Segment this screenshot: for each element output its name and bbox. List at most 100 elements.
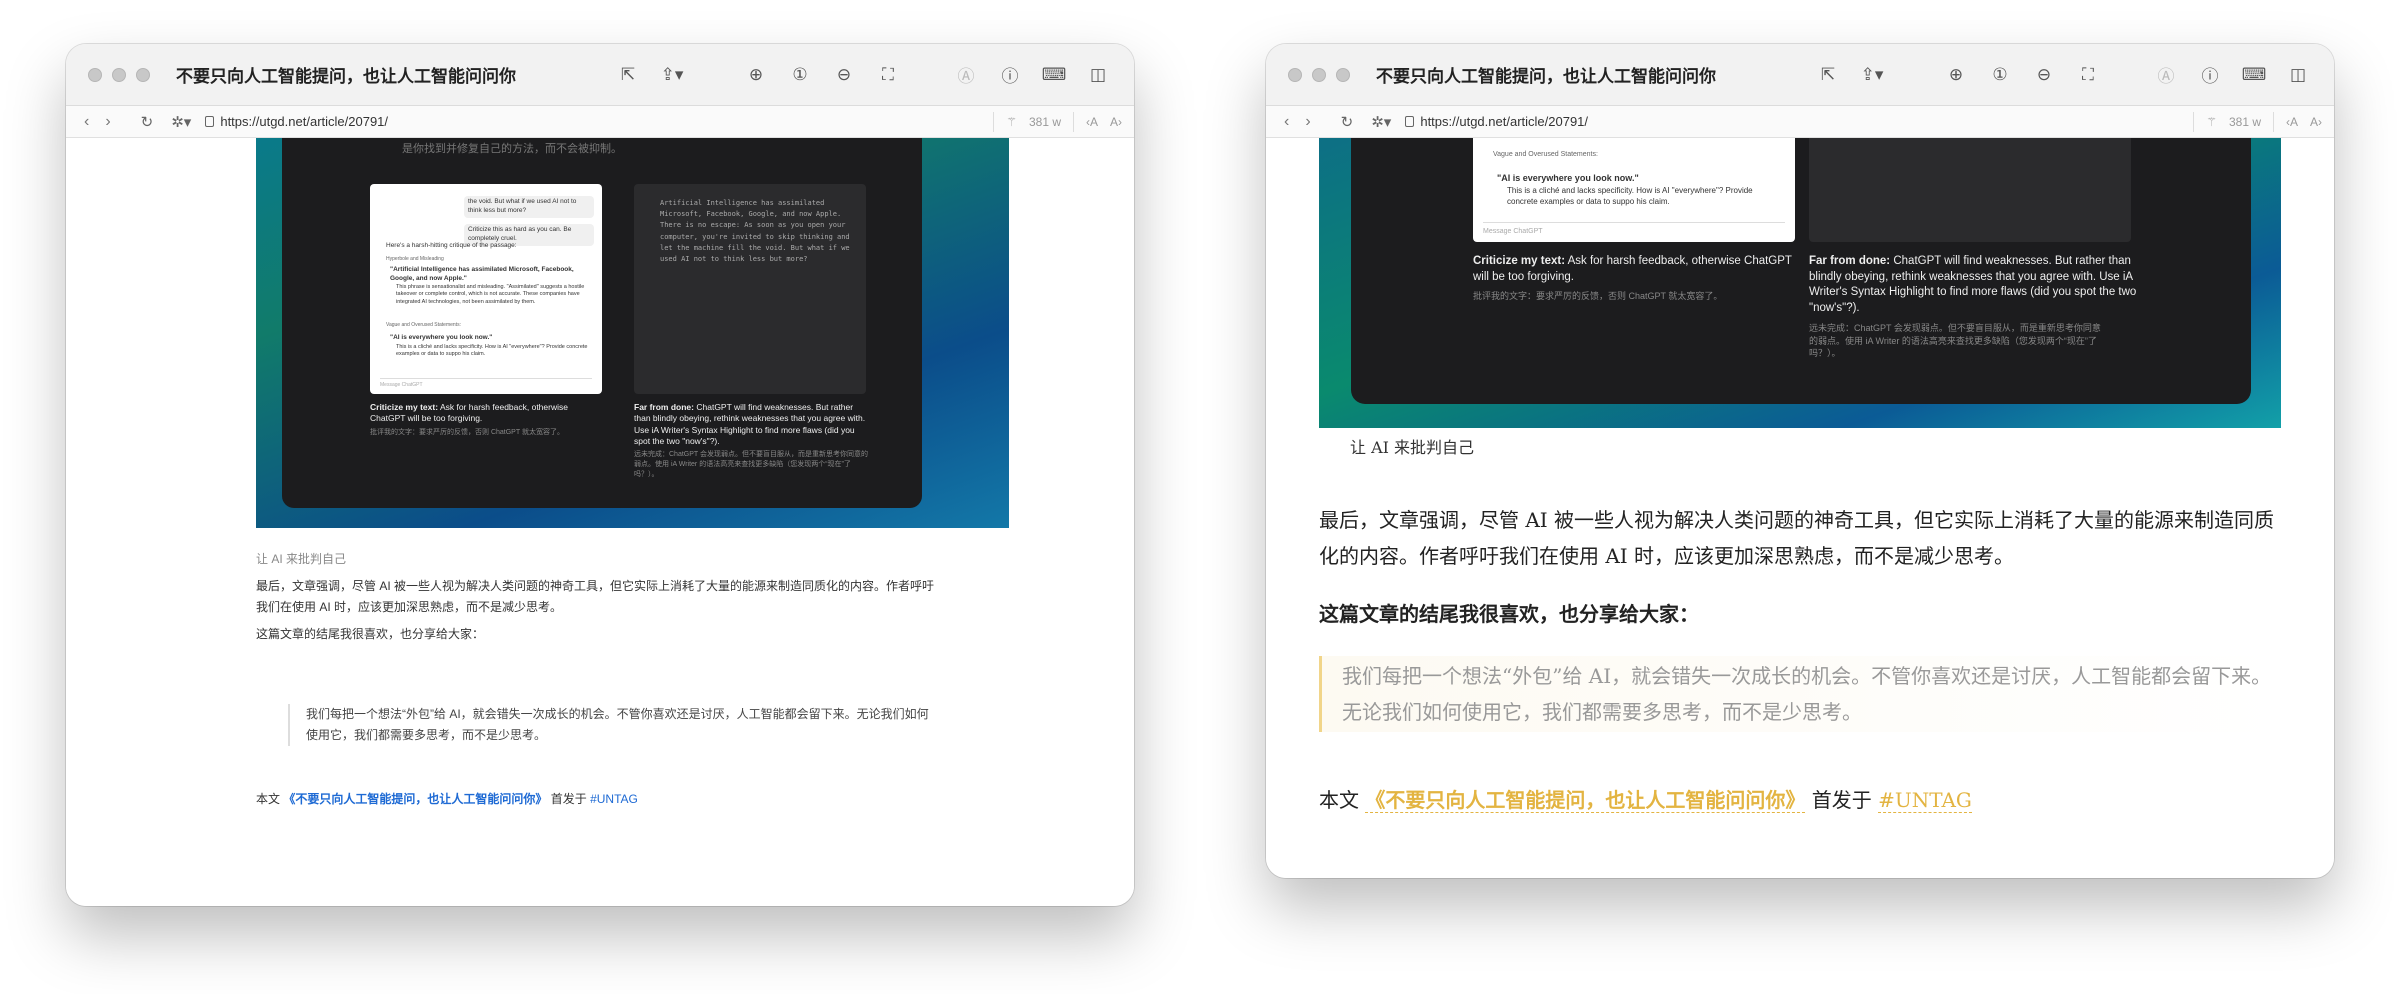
minimize-window-button[interactable] [112, 67, 126, 82]
article-image: Vague and Overused Statements: "AI is ev… [1319, 138, 2281, 428]
url-field[interactable]: https://utgd.net/article/20791/ [205, 114, 388, 129]
chat-heading-1: Hyperbole and Misleading [386, 256, 444, 262]
browser-window-left: 不要只向人工智能提问，也让人工智能问问你 ⇱ ⇪▾ ⊕ ① ⊖ ⛶ Ⓐ ⓘ ⌨ … [66, 44, 1134, 906]
image-top-text: 是你找到并修复自己的方法，而不会被抑制。 [402, 143, 622, 155]
url-field[interactable]: https://utgd.net/article/20791/ [1405, 114, 1588, 129]
left-caption-cn: 批评我的文字：要求严厉的反馈，否则 ChatGPT 就太宽容了。 [1473, 291, 1723, 301]
left-caption: Criticize my text: Ask for harsh feedbac… [370, 402, 568, 424]
sidebar-icon[interactable]: ◫ [2276, 60, 2320, 90]
reload-icon[interactable]: ↻ [141, 113, 154, 131]
image-caption: 让 AI 来批判自己 [256, 552, 347, 566]
reader-content: Vague and Overused Statements: "AI is ev… [1266, 138, 2334, 878]
article-footer: 本文 《不要只向人工智能提问，也让人工智能问问你》 首发于 #UNTAG [1319, 788, 1972, 813]
chat-bullet-2: "AI is everywhere you look now." [1497, 173, 1639, 183]
address-bar: ‹ › ↻ ✲▾ https://utgd.net/article/20791/… [1266, 106, 2334, 138]
browser-window-right: 不要只向人工智能提问，也让人工智能问问你 ⇱ ⇪▾ ⊕ ① ⊖ ⛶ Ⓐ ⓘ ⌨ … [1266, 44, 2334, 878]
right-caption: Far from done: ChatGPT will find weaknes… [1809, 255, 2137, 314]
article-image: 是你找到并修复自己的方法，而不会被抑制。 the void. But what … [256, 138, 1009, 528]
article-title-link[interactable]: 《不要只向人工智能提问，也让人工智能问问你》 [1365, 788, 1806, 813]
app-screenshot: 是你找到并修复自己的方法，而不会被抑制。 the void. But what … [282, 138, 922, 508]
app-screenshot: Vague and Overused Statements: "AI is ev… [1351, 138, 2251, 404]
word-count: 381 w [2228, 114, 2261, 129]
info-icon[interactable]: ⓘ [2188, 60, 2232, 90]
zoom-in-icon[interactable]: ⊕ [734, 60, 778, 90]
chevron-right-icon[interactable]: › [105, 113, 110, 131]
paragraph-1: 最后，文章强调，尽管 AI 被一些人视为解决人类问题的神奇工具，但它实际上消耗了… [256, 579, 935, 614]
chatgpt-panel: the void. But what if we used AI not to … [370, 184, 602, 394]
page-icon [205, 116, 215, 127]
zoom-window-button[interactable] [136, 67, 150, 82]
blockquote: 我们每把一个想法“外包”给 AI，就会错失一次成长的机会。不管你喜欢还是讨厌，人… [1319, 656, 2281, 732]
page-icon [1405, 116, 1415, 127]
font-smaller-icon[interactable]: ‹A [2286, 115, 2298, 129]
chevron-left-icon[interactable]: ‹ [1284, 113, 1289, 131]
minimize-window-button[interactable] [1312, 67, 1326, 82]
title-bar: 不要只向人工智能提问，也让人工智能问问你 ⇱ ⇪▾ ⊕ ① ⊖ ⛶ Ⓐ ⓘ ⌨ … [66, 44, 1134, 106]
crop-icon[interactable]: ⛶ [2066, 60, 2110, 90]
paragraph-1: 最后，文章强调，尽管 AI 被一些人视为解决人类问题的神奇工具，但它实际上消耗了… [1319, 508, 2275, 568]
right-caption-cn: 远未完成：ChatGPT 会发现弱点。但不要盲目服从，而是重新思考你同意的弱点。… [634, 451, 868, 478]
chevron-left-icon[interactable]: ‹ [84, 113, 89, 131]
left-caption-cn: 批评我的文字：要求严厉的反馈，否则 ChatGPT 就太宽容了。 [370, 429, 564, 436]
chatgpt-panel: Vague and Overused Statements: "AI is ev… [1473, 138, 1795, 242]
right-caption-cn: 远未完成：ChatGPT 会发现弱点。但不要盲目服从，而是重新思考你同意的弱点。… [1809, 323, 2101, 359]
untag-link[interactable]: #UNTAG [1878, 788, 1972, 813]
reader-content: 是你找到并修复自己的方法，而不会被抑制。 the void. But what … [66, 138, 1134, 906]
traffic-lights [88, 67, 150, 82]
share-icon[interactable]: ⇪▾ [650, 60, 694, 90]
blockquote: 我们每把一个想法“外包”给 AI，就会错失一次成长的机会。不管你喜欢还是讨厌，人… [288, 704, 938, 746]
word-count: 381 w [1028, 114, 1061, 129]
image-caption: 让 AI 来批判自己 [1350, 438, 1475, 457]
chat-bullet-1: "Artificial Intelligence has assimilated… [390, 266, 574, 282]
close-window-button[interactable] [88, 67, 102, 82]
article-footer: 本文 《不要只向人工智能提问，也让人工智能问问你》 首发于 #UNTAG [256, 792, 638, 806]
paragraph-2: 这篇文章的结尾我很喜欢，也分享给大家： [1319, 602, 1699, 626]
ia-writer-panel: Artificial Intelligence has assimilated … [634, 184, 866, 394]
zoom-out-icon[interactable]: ⊖ [2022, 60, 2066, 90]
font-smaller-icon[interactable]: ‹A [1086, 115, 1098, 129]
chat-message-input[interactable]: Message ChatGPT [380, 378, 592, 390]
open-external-icon[interactable]: ⇱ [1806, 60, 1850, 90]
editor-text: Artificial Intelligence has assimilated … [660, 199, 850, 263]
info-icon[interactable]: ⓘ [988, 60, 1032, 90]
chat-heading-2: Vague and Overused Statements: [386, 322, 461, 328]
zoom-reset-icon[interactable]: ① [1978, 60, 2022, 90]
zoom-window-button[interactable] [1336, 67, 1350, 82]
chat-bullet-2-detail: This is a cliché and lacks specificity. … [396, 344, 588, 358]
sidebar-icon[interactable]: ◫ [1076, 60, 1120, 90]
chat-bullet-2: "AI is everywhere you look now." [390, 334, 493, 341]
article-title-link[interactable]: 《不要只向人工智能提问，也让人工智能问问你》 [283, 792, 547, 806]
toolbar: ⇱ ⇪▾ ⊕ ① ⊖ ⛶ [606, 60, 910, 90]
gear-icon[interactable]: ✲▾ [171, 113, 191, 131]
crop-icon[interactable]: ⛶ [866, 60, 910, 90]
chevron-right-icon[interactable]: › [1305, 113, 1310, 131]
title-bar: 不要只向人工智能提问，也让人工智能问问你 ⇱ ⇪▾ ⊕ ① ⊖ ⛶ Ⓐ ⓘ ⌨ … [1266, 44, 2334, 106]
accessibility-icon[interactable]: Ⓐ [2144, 60, 2188, 90]
untag-link[interactable]: #UNTAG [590, 792, 638, 806]
font-larger-icon[interactable]: A› [1110, 115, 1122, 129]
keyboard-icon[interactable]: ⌨ [1032, 60, 1076, 90]
accessibility-icon[interactable]: Ⓐ [944, 60, 988, 90]
chat-bullet-2-detail: This is a cliché and lacks specificity. … [1507, 186, 1753, 206]
traffic-lights [1288, 67, 1350, 82]
open-external-icon[interactable]: ⇱ [606, 60, 650, 90]
chat-top-text: the void. But what if we used AI not to … [464, 196, 594, 218]
wand-icon[interactable]: ⚚ [1006, 115, 1017, 129]
share-icon[interactable]: ⇪▾ [1850, 60, 1894, 90]
close-window-button[interactable] [1288, 67, 1302, 82]
url-text: https://utgd.net/article/20791/ [220, 114, 389, 129]
keyboard-icon[interactable]: ⌨ [2232, 60, 2276, 90]
gear-icon[interactable]: ✲▾ [1371, 113, 1391, 131]
zoom-in-icon[interactable]: ⊕ [1934, 60, 1978, 90]
chat-bullet-1-detail: This phrase is sensationalist and mislea… [396, 284, 585, 305]
toolbar: ⇱ ⇪▾ ⊕ ① ⊖ ⛶ [1806, 60, 2110, 90]
window-title: 不要只向人工智能提问，也让人工智能问问你 [1376, 67, 1716, 86]
reload-icon[interactable]: ↻ [1341, 113, 1354, 131]
zoom-reset-icon[interactable]: ① [778, 60, 822, 90]
zoom-out-icon[interactable]: ⊖ [822, 60, 866, 90]
chat-intro: Here's a harsh-hitting critique of the p… [386, 242, 517, 249]
chat-heading-2: Vague and Overused Statements: [1493, 151, 1598, 158]
chat-message-input[interactable]: Message ChatGPT [1483, 222, 1785, 236]
wand-icon[interactable]: ⚚ [2206, 115, 2217, 129]
font-larger-icon[interactable]: A› [2310, 115, 2322, 129]
